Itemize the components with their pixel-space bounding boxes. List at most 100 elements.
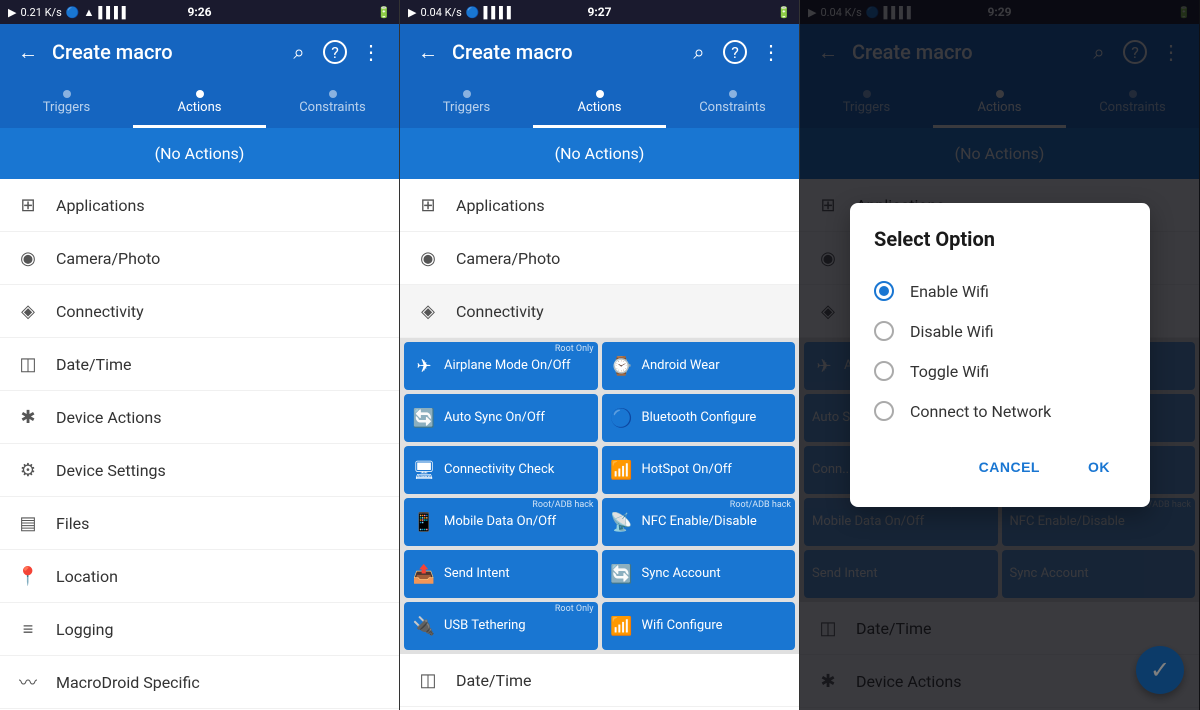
connectivity-icon-2: ◈ — [416, 299, 440, 323]
more-icon-2[interactable]: ⋮ — [755, 36, 787, 68]
tab-actions-2[interactable]: Actions — [533, 80, 666, 128]
nfc-label: NFC Enable/Disable — [642, 514, 757, 530]
menu-item-devicesettings-1[interactable]: ⚙ Device Settings — [0, 444, 399, 497]
action-grid-2: Root Only ✈ Airplane Mode On/Off ⌚ Andro… — [400, 338, 799, 654]
root-badge-usb: Root Only — [555, 604, 594, 614]
panel-2-content: ▶ 0.04 K/s 🔵 ▌▌▌▌ 9:27 🔋 ← Create macro … — [400, 0, 800, 710]
tab-dot-triggers-1 — [63, 90, 71, 98]
applications-icon-1: ⊞ — [16, 193, 40, 217]
action-auto-sync[interactable]: 🔄 Auto Sync On/Off — [404, 394, 598, 442]
tab-constraints-1[interactable]: Constraints — [266, 80, 399, 128]
status-left-2: ▶ 0.04 K/s 🔵 ▌▌▌▌ — [408, 6, 515, 19]
action-usb-tethering[interactable]: Root Only 🔌 USB Tethering — [404, 602, 598, 650]
menu-item-datetime-1[interactable]: ◫ Date/Time — [0, 338, 399, 391]
tab-constraints-2[interactable]: Constraints — [666, 80, 799, 128]
back-button-2[interactable]: ← — [412, 36, 444, 68]
menu-item-datetime-2[interactable]: ◫ Date/Time — [400, 654, 799, 707]
dialog-option-enable-wifi[interactable]: Enable Wifi — [874, 271, 1126, 311]
dialog-option-toggle-wifi[interactable]: Toggle Wifi — [874, 351, 1126, 391]
disable-wifi-label: Disable Wifi — [910, 322, 994, 341]
help-icon-1[interactable]: ? — [323, 40, 347, 64]
camera-icon-1: ◉ — [16, 246, 40, 270]
tab-triggers-1[interactable]: Triggers — [0, 80, 133, 128]
status-right-2: 🔋 — [777, 6, 791, 19]
usb-icon: 🔌 — [412, 616, 436, 637]
airplane-label: Airplane Mode On/Off — [444, 358, 571, 374]
menu-item-logging-1[interactable]: ≡ Logging — [0, 603, 399, 656]
radio-connect-network[interactable] — [874, 401, 894, 421]
battery-icon-1: 🔋 — [377, 6, 391, 19]
applications-label-2: Applications — [456, 196, 783, 215]
search-icon-1[interactable]: ⌕ — [283, 36, 315, 68]
applications-icon-2: ⊞ — [416, 193, 440, 217]
menu-item-location-1[interactable]: 📍 Location — [0, 550, 399, 603]
menu-item-connectivity-2[interactable]: ◈ Connectivity — [400, 285, 799, 338]
speed-1: 0.21 K/s — [20, 6, 61, 19]
devicesettings-label-1: Device Settings — [56, 461, 383, 480]
no-actions-bar-2: (No Actions) — [400, 128, 799, 179]
panel-1: ▶ 0.21 K/s 🔵 ▲ ▌▌▌▌ 9:26 🔋 ← Create macr… — [0, 0, 400, 710]
top-bar-2: ← Create macro ⌕ ? ⋮ — [400, 24, 799, 80]
location-icon-1: 📍 — [16, 564, 40, 588]
action-send-intent[interactable]: 📤 Send Intent — [404, 550, 598, 598]
more-icon-1[interactable]: ⋮ — [355, 36, 387, 68]
tab-actions-1[interactable]: Actions — [133, 80, 266, 128]
action-hotspot[interactable]: 📶 HotSpot On/Off — [602, 446, 796, 494]
menu-item-connectivity-1[interactable]: ◈ Connectivity — [0, 285, 399, 338]
bluetooth-icon-1: 🔵 — [66, 6, 80, 19]
dialog-title: Select Option — [874, 227, 1126, 251]
tab-actions-label-2: Actions — [577, 100, 621, 115]
dialog-option-disable-wifi[interactable]: Disable Wifi — [874, 311, 1126, 351]
menu-item-camera-1[interactable]: ◉ Camera/Photo — [0, 232, 399, 285]
action-connectivity-check[interactable]: 🖥 Connectivity Check — [404, 446, 598, 494]
status-left-1: ▶ 0.21 K/s 🔵 ▲ ▌▌▌▌ — [8, 6, 130, 19]
ok-button[interactable]: OK — [1072, 451, 1126, 483]
toggle-wifi-label: Toggle Wifi — [910, 362, 989, 381]
tab-bar-1: Triggers Actions Constraints — [0, 80, 399, 128]
menu-item-macrodroid-1[interactable]: 〰 MacroDroid Specific — [0, 656, 399, 709]
action-sync-account[interactable]: 🔄 Sync Account — [602, 550, 796, 598]
root-badge-mobile: Root/ADB hack — [532, 500, 593, 510]
tab-dot-actions-2 — [596, 90, 604, 98]
action-bluetooth[interactable]: 🔵 Bluetooth Configure — [602, 394, 796, 442]
sync-icon: 🔄 — [412, 408, 436, 429]
help-icon-2[interactable]: ? — [723, 40, 747, 64]
menu-item-applications-2[interactable]: ⊞ Applications — [400, 179, 799, 232]
search-icon-2[interactable]: ⌕ — [683, 36, 715, 68]
action-wifi-configure[interactable]: 📶 Wifi Configure — [602, 602, 796, 650]
conncheck-icon: 🖥 — [412, 460, 436, 481]
radio-enable-wifi[interactable] — [874, 281, 894, 301]
connectivity-label-1: Connectivity — [56, 302, 383, 321]
radio-toggle-wifi[interactable] — [874, 361, 894, 381]
dialog-option-connect-network[interactable]: Connect to Network — [874, 391, 1126, 431]
cancel-button[interactable]: CANCEL — [963, 451, 1056, 483]
action-nfc[interactable]: Root/ADB hack 📡 NFC Enable/Disable — [602, 498, 796, 546]
app-icon-2: ▶ — [408, 6, 416, 19]
datetime-label-1: Date/Time — [56, 355, 383, 374]
radio-disable-wifi[interactable] — [874, 321, 894, 341]
back-button-1[interactable]: ← — [12, 36, 44, 68]
tab-dot-constraints-2 — [729, 90, 737, 98]
menu-item-camera-2[interactable]: ◉ Camera/Photo — [400, 232, 799, 285]
mobiledata-label: Mobile Data On/Off — [444, 514, 556, 530]
menu-item-files-1[interactable]: ▤ Files — [0, 497, 399, 550]
battery-icon-2: 🔋 — [777, 6, 791, 19]
datetime-icon-2: ◫ — [416, 668, 440, 692]
action-mobile-data[interactable]: Root/ADB hack 📱 Mobile Data On/Off — [404, 498, 598, 546]
bluetooth-label: Bluetooth Configure — [642, 410, 757, 426]
action-android-wear[interactable]: ⌚ Android Wear — [602, 342, 796, 390]
wifi-icon-1: ▲ — [83, 6, 94, 19]
action-airplane-mode[interactable]: Root Only ✈ Airplane Mode On/Off — [404, 342, 598, 390]
menu-item-deviceactions-1[interactable]: ✱ Device Actions — [0, 391, 399, 444]
sync-label: Auto Sync On/Off — [444, 410, 545, 426]
radio-inner-enable-wifi — [879, 286, 889, 296]
camera-label-2: Camera/Photo — [456, 249, 783, 268]
mobiledata-icon: 📱 — [412, 512, 436, 533]
menu-item-applications-1[interactable]: ⊞ Applications — [0, 179, 399, 232]
wificonfig-label: Wifi Configure — [642, 618, 723, 634]
page-title-2: Create macro — [452, 40, 675, 64]
syncaccount-label: Sync Account — [642, 566, 721, 582]
tab-constraints-label-2: Constraints — [699, 100, 766, 115]
tab-triggers-2[interactable]: Triggers — [400, 80, 533, 128]
wear-label: Android Wear — [642, 358, 720, 374]
